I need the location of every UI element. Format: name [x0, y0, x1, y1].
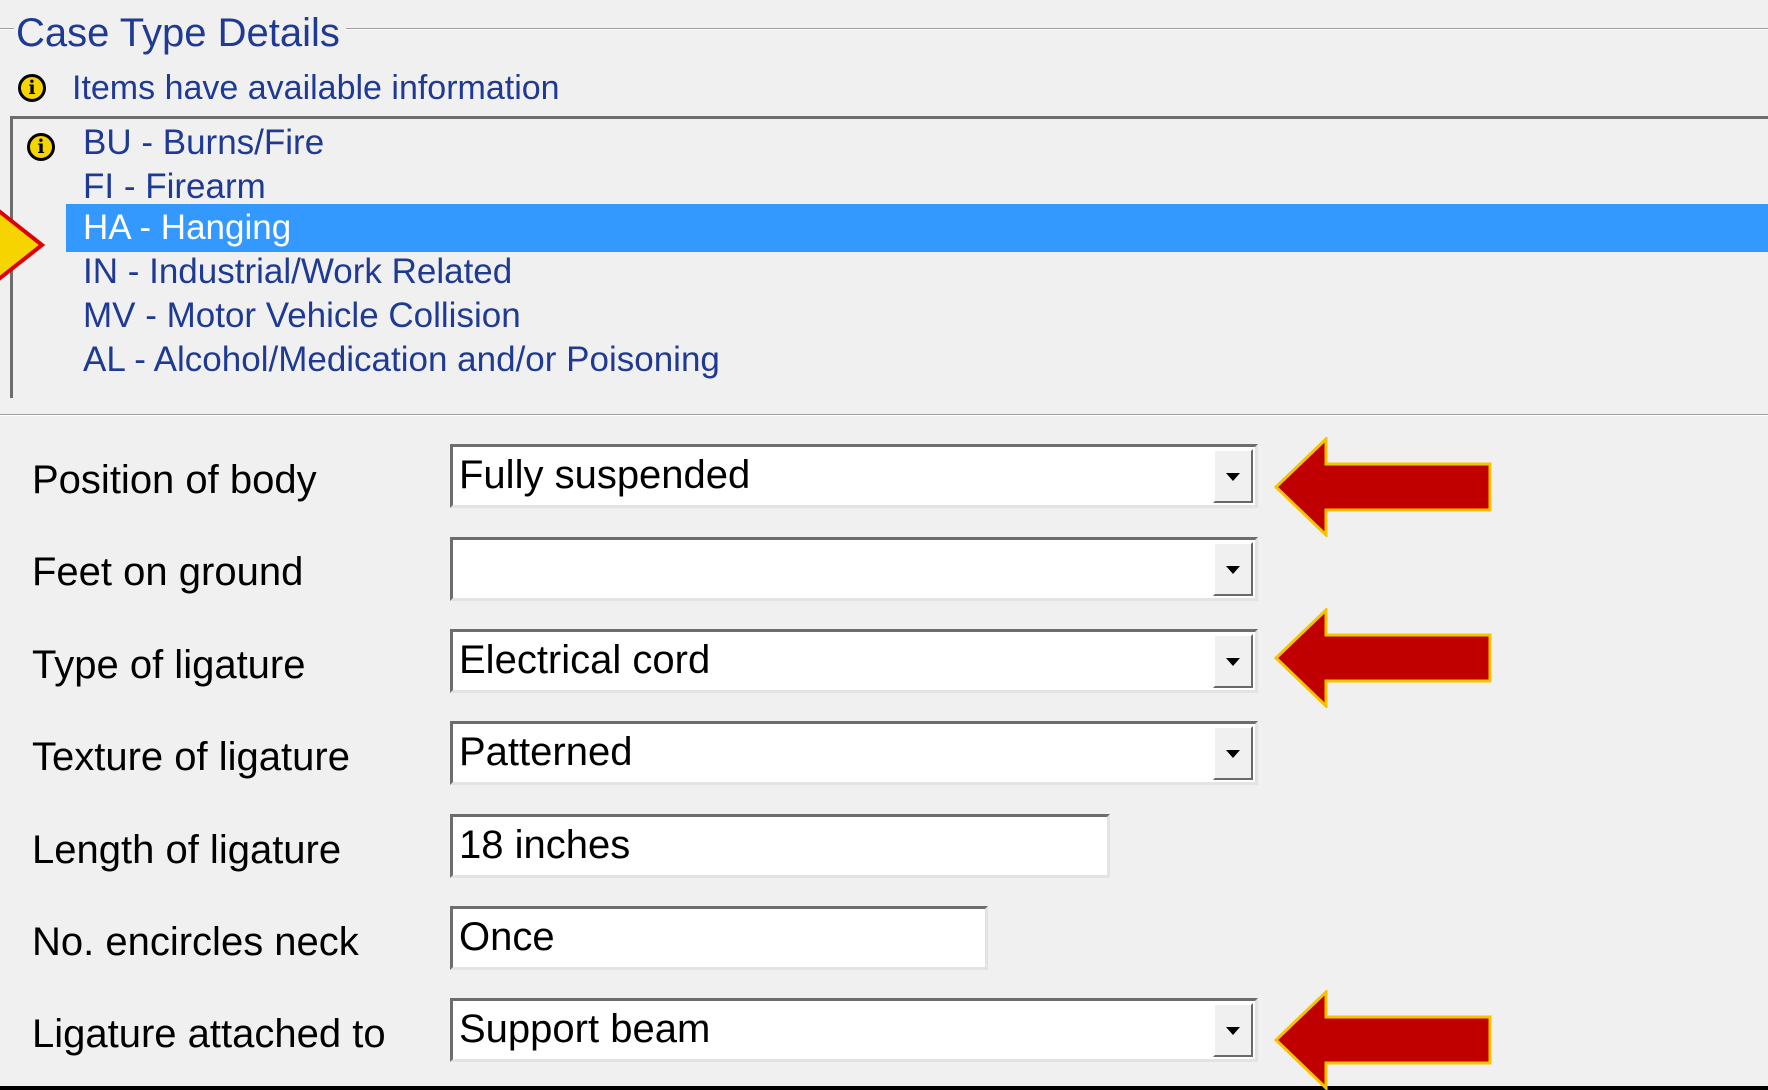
texture-of-ligature-select[interactable]: Patterned: [450, 721, 1258, 785]
red-arrow-icon: [1274, 437, 1492, 537]
list-item-alcohol-medication-poisoning[interactable]: AL - Alcohol/Medication and/or Poisoning: [66, 336, 1768, 384]
chevron-down-icon: [1226, 1027, 1240, 1035]
list-item-motor-vehicle-collision[interactable]: MV - Motor Vehicle Collision: [66, 292, 1768, 340]
position-of-body-value: Fully suspended: [459, 453, 751, 497]
position-of-body-label: Position of body: [32, 458, 317, 502]
type-of-ligature-value: Electrical cord: [459, 638, 711, 682]
ligature-attached-to-select[interactable]: Support beam: [450, 998, 1258, 1062]
group-title: Case Type Details: [14, 10, 346, 56]
length-of-ligature-label: Length of ligature: [32, 828, 342, 872]
list-item-label: HA - Hanging: [83, 208, 292, 247]
dropdown-button[interactable]: [1213, 634, 1253, 688]
no-encircles-neck-label: No. encircles neck: [32, 920, 359, 964]
dropdown-button[interactable]: [1213, 449, 1253, 503]
list-item-hanging[interactable]: HA - Hanging: [66, 204, 1768, 252]
texture-of-ligature-value: Patterned: [459, 730, 633, 774]
ligature-attached-to-value: Support beam: [459, 1007, 711, 1051]
feet-on-ground-label: Feet on ground: [32, 550, 304, 594]
case-type-list[interactable]: i BU - Burns/Fire FI - Firearm HA - Hang…: [10, 116, 1768, 398]
red-arrow-icon: [1274, 990, 1492, 1090]
pointer-arrow-icon: [0, 209, 46, 281]
type-of-ligature-label: Type of ligature: [32, 643, 306, 687]
list-item-label: IN - Industrial/Work Related: [83, 252, 513, 291]
info-icon: i: [27, 133, 55, 161]
length-of-ligature-input[interactable]: 18 inches: [450, 814, 1110, 878]
case-type-details-panel: Case Type Details i Items have available…: [0, 0, 1768, 1090]
dropdown-button[interactable]: [1213, 542, 1253, 596]
chevron-down-icon: [1226, 658, 1240, 666]
red-arrow-icon: [1274, 608, 1492, 708]
dropdown-button[interactable]: [1213, 726, 1253, 780]
texture-of-ligature-label: Texture of ligature: [32, 735, 350, 779]
list-item-industrial-work-related[interactable]: IN - Industrial/Work Related: [66, 248, 1768, 296]
no-encircles-neck-value: Once: [459, 915, 555, 959]
position-of-body-select[interactable]: Fully suspended: [450, 444, 1258, 508]
feet-on-ground-select[interactable]: [450, 537, 1258, 601]
no-encircles-neck-input[interactable]: Once: [450, 906, 988, 970]
list-item-label: MV - Motor Vehicle Collision: [83, 296, 521, 335]
chevron-down-icon: [1226, 473, 1240, 481]
chevron-down-icon: [1226, 566, 1240, 574]
list-item-label: AL - Alcohol/Medication and/or Poisoning: [83, 340, 720, 379]
list-item-burns-fire[interactable]: BU - Burns/Fire: [66, 119, 1768, 167]
list-item-label: BU - Burns/Fire: [83, 123, 325, 162]
type-of-ligature-select[interactable]: Electrical cord: [450, 629, 1258, 693]
info-icon: i: [18, 74, 46, 102]
chevron-down-icon: [1226, 750, 1240, 758]
section-divider: [0, 414, 1768, 416]
ligature-attached-to-label: Ligature attached to: [32, 1012, 386, 1056]
info-legend-text: Items have available information: [72, 69, 560, 107]
length-of-ligature-value: 18 inches: [459, 823, 631, 867]
dropdown-button[interactable]: [1213, 1003, 1253, 1057]
